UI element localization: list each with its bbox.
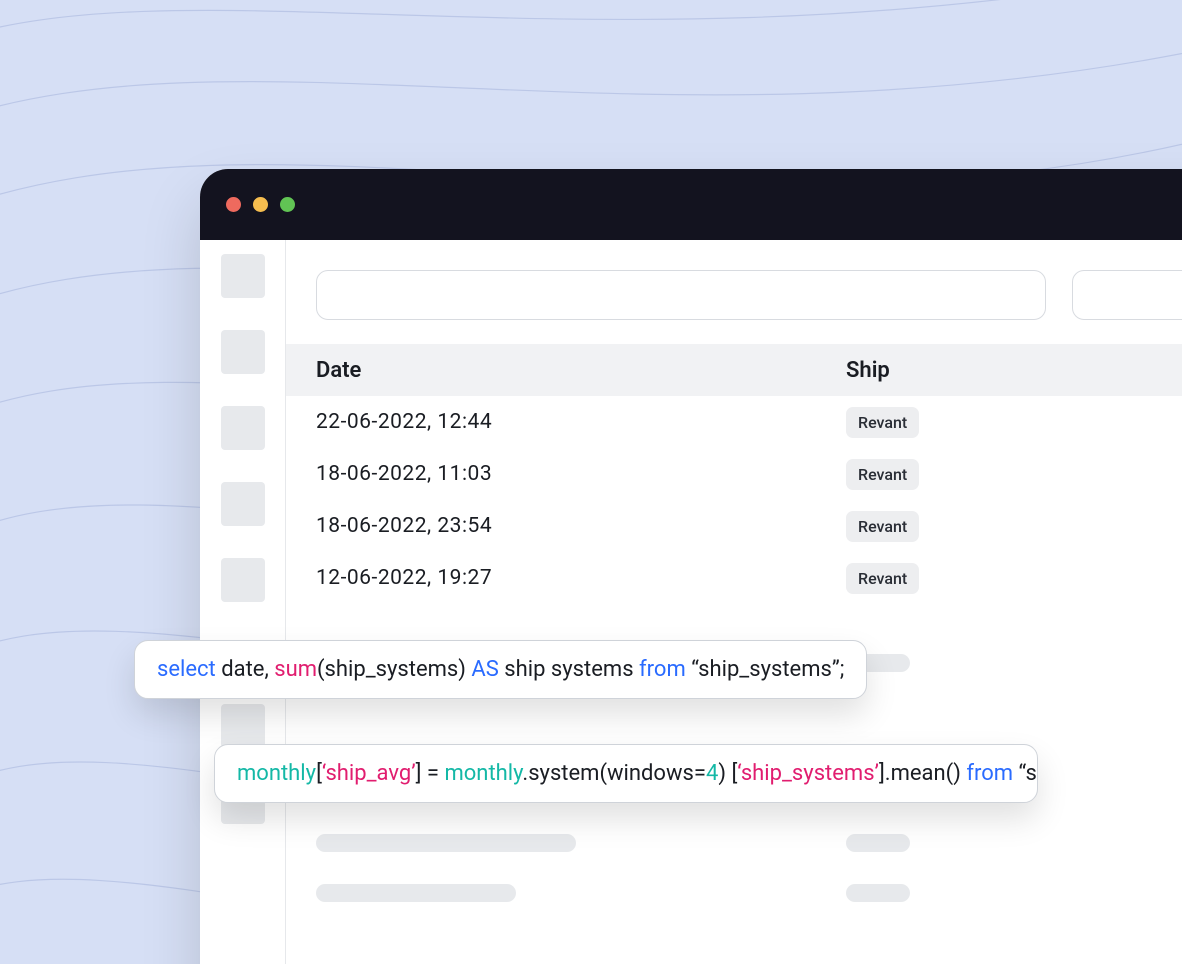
app-body: Date Ship 22-06-2022, 12:44 Revant 18-06… xyxy=(200,240,1182,964)
sidebar xyxy=(200,240,286,964)
code-token: ‘ship_avg’ xyxy=(322,761,416,786)
data-table: Date Ship 22-06-2022, 12:44 Revant 18-06… xyxy=(286,344,1182,918)
main-panel: Date Ship 22-06-2022, 12:44 Revant 18-06… xyxy=(286,240,1182,964)
code-token: from xyxy=(966,761,1013,786)
code-token: ].mean() xyxy=(879,761,966,786)
sidebar-item-placeholder[interactable] xyxy=(221,254,265,298)
code-token: sum xyxy=(274,657,317,682)
cell-date: 12-06-2022, 19:27 xyxy=(316,566,846,590)
table-row[interactable]: 18-06-2022, 23:54 Revant xyxy=(286,500,1182,552)
cell-ship: Revant xyxy=(846,459,1146,490)
skeleton-row xyxy=(286,818,1182,868)
code-token: “ship_systems”; xyxy=(686,657,845,682)
cell-date: 22-06-2022, 12:44 xyxy=(316,410,846,434)
code-token: (ship_systems) xyxy=(317,657,471,682)
code-token: ‘ship_systems’ xyxy=(737,761,879,786)
code-token: AS xyxy=(471,657,498,682)
skeleton-pill xyxy=(846,834,910,852)
skeleton-pill xyxy=(846,884,910,902)
sidebar-item-placeholder[interactable] xyxy=(221,482,265,526)
table-row[interactable]: 22-06-2022, 12:44 Revant xyxy=(286,396,1182,448)
window-titlebar xyxy=(200,169,1182,240)
skeleton-pill xyxy=(316,884,516,902)
skeleton-pill xyxy=(316,834,576,852)
sidebar-item-placeholder[interactable] xyxy=(221,704,265,748)
stage: Date Ship 22-06-2022, 12:44 Revant 18-06… xyxy=(0,0,1182,964)
sidebar-item-placeholder[interactable] xyxy=(221,558,265,602)
code-token: monthly xyxy=(237,761,316,786)
code-token: monthly xyxy=(444,761,522,786)
cell-date: 18-06-2022, 23:54 xyxy=(316,514,846,538)
ship-badge: Revant xyxy=(846,563,919,594)
table-header: Date Ship xyxy=(286,344,1182,396)
code-bubble-python: monthly[‘ship_avg’] = monthly.system(win… xyxy=(214,744,1038,803)
code-token: “s xyxy=(1013,761,1037,786)
code-token: ship systems xyxy=(499,657,639,682)
skeleton-row xyxy=(286,868,1182,918)
code-token: date, xyxy=(216,657,274,682)
column-header-date[interactable]: Date xyxy=(316,358,846,383)
filter-input[interactable] xyxy=(1072,270,1182,320)
ship-badge: Revant xyxy=(846,511,919,542)
cell-ship: Revant xyxy=(846,407,1146,438)
search-input[interactable] xyxy=(316,270,1046,320)
sidebar-item-placeholder[interactable] xyxy=(221,406,265,450)
code-token: select xyxy=(157,657,216,682)
code-bubble-sql: select date, sum(ship_systems) AS ship s… xyxy=(134,640,867,699)
window-zoom-icon[interactable] xyxy=(280,197,295,212)
ship-badge: Revant xyxy=(846,459,919,490)
code-token: .system(windows= xyxy=(522,761,706,786)
column-header-ship[interactable]: Ship xyxy=(846,358,1146,383)
cell-date: 18-06-2022, 11:03 xyxy=(316,462,846,486)
table-row[interactable]: 12-06-2022, 19:27 Revant xyxy=(286,552,1182,604)
code-token: 4 xyxy=(706,761,718,786)
sidebar-item-placeholder[interactable] xyxy=(221,330,265,374)
ship-badge: Revant xyxy=(846,407,919,438)
window-close-icon[interactable] xyxy=(226,197,241,212)
code-token: ] = xyxy=(416,761,445,786)
cell-ship: Revant xyxy=(846,511,1146,542)
code-token: ) [ xyxy=(718,761,737,786)
window-minimize-icon[interactable] xyxy=(253,197,268,212)
code-token: from xyxy=(639,657,686,682)
toolbar xyxy=(286,240,1182,344)
app-window: Date Ship 22-06-2022, 12:44 Revant 18-06… xyxy=(200,169,1182,964)
cell-ship: Revant xyxy=(846,563,1146,594)
table-row[interactable]: 18-06-2022, 11:03 Revant xyxy=(286,448,1182,500)
